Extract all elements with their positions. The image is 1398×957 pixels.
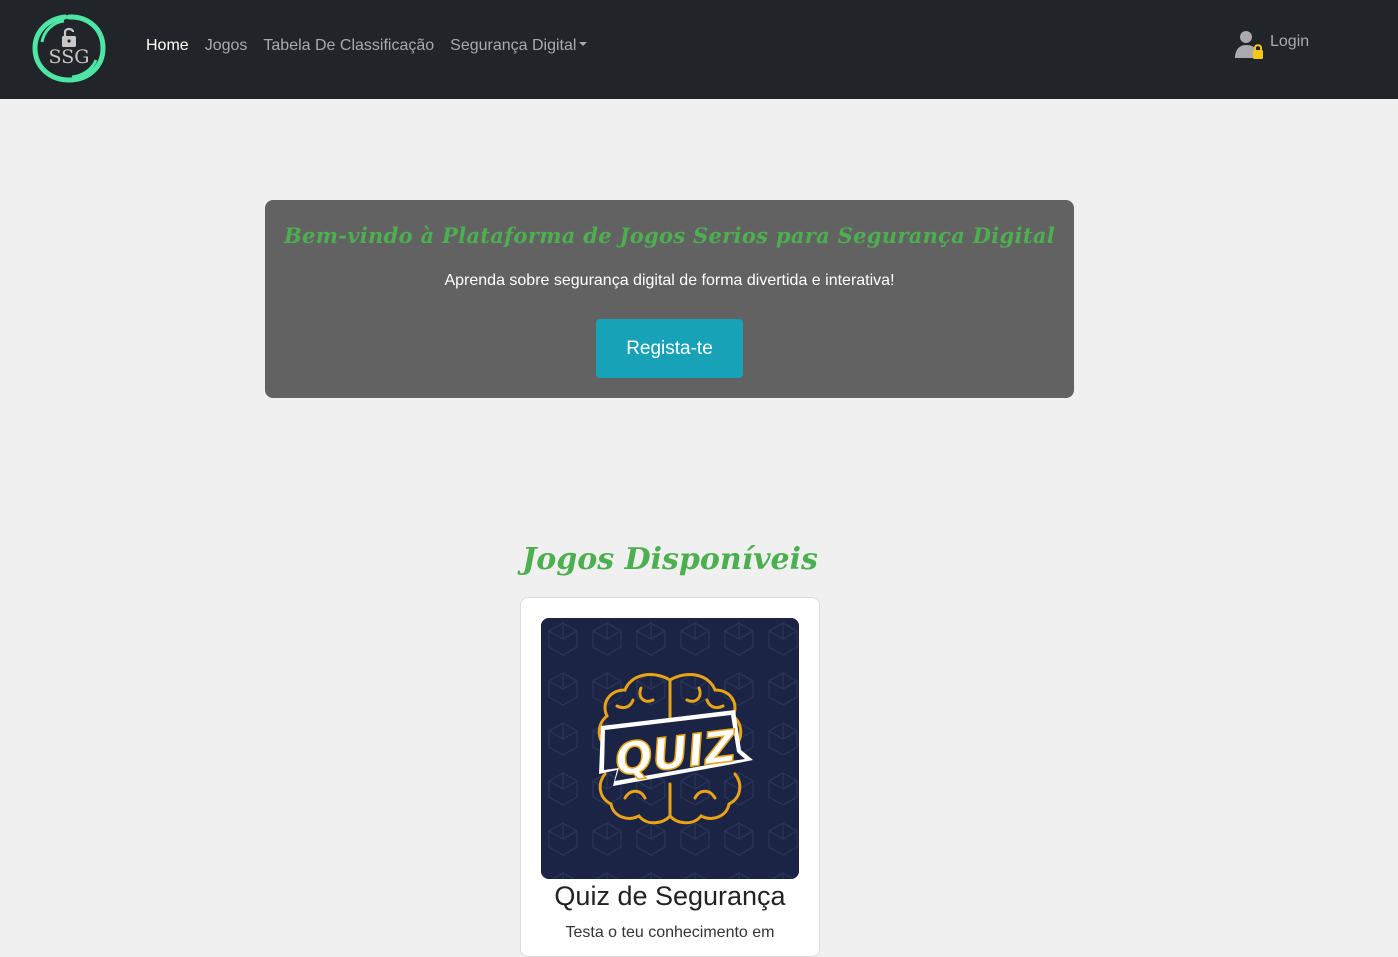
game-title: Quiz de Segurança: [554, 881, 786, 911]
ssg-logo[interactable]: SSG: [30, 12, 108, 84]
hero-banner: Bem-vindo à Plataforma de Jogos Serios p…: [265, 200, 1074, 398]
register-button[interactable]: Regista-te: [596, 319, 743, 378]
hero-subtitle: Aprenda sobre segurança digital de forma…: [444, 272, 895, 289]
game-card[interactable]: QUIZ Quiz de Segurança Testa o teu conhe…: [520, 597, 820, 957]
navbar: SSG Home Jogos Tabela De Classificação S…: [0, 0, 1398, 99]
login-link[interactable]: Login: [1234, 28, 1309, 62]
caret-down-icon: [579, 41, 588, 46]
brain-quiz-icon: QUIZ: [541, 618, 799, 879]
nav-item-tabela-classificacao[interactable]: Tabela De Classificação: [255, 35, 442, 57]
nav-links: Home Jogos Tabela De Classificação Segur…: [138, 34, 595, 58]
game-image: QUIZ: [541, 618, 799, 879]
nav-item-seguranca-digital[interactable]: Segurança Digital: [442, 35, 595, 57]
user-lock-icon: [1235, 31, 1263, 59]
nav-item-seguranca-digital-label: Segurança Digital: [450, 37, 577, 54]
game-description: Testa o teu conhecimento em: [565, 924, 775, 941]
login-label: Login: [1270, 33, 1310, 50]
nav-item-home[interactable]: Home: [138, 35, 197, 57]
hero-title: Bem-vindo à Plataforma de Jogos Serios p…: [284, 223, 1055, 248]
logo-text: SSG: [48, 46, 90, 68]
nav-item-jogos[interactable]: Jogos: [197, 35, 256, 57]
games-section-title: Jogos Disponíveis: [522, 542, 818, 577]
